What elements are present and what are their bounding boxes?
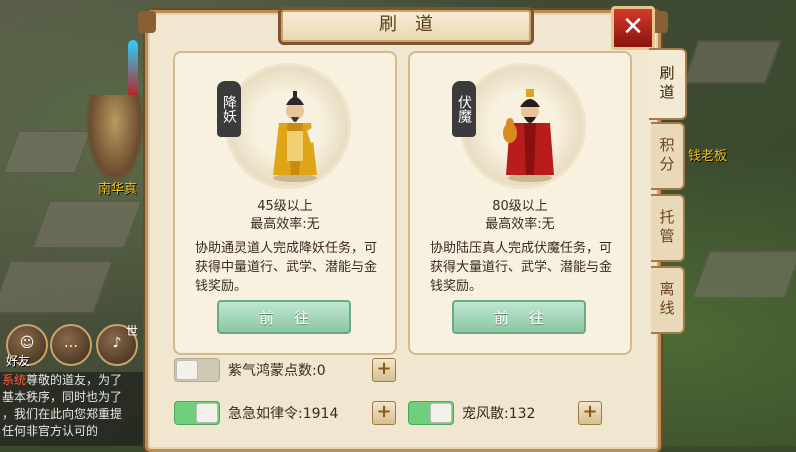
ziqi-toggle[interactable] <box>174 358 220 382</box>
npc-name-label[interactable]: 钱老板 <box>688 145 727 164</box>
task-seal: 伏魔 <box>452 81 476 137</box>
chat-line: 基本秩序，同时也为了 <box>0 389 150 406</box>
task-seal: 降妖 <box>217 81 241 137</box>
shuadao-panel: 刷道 降妖 45级以上 最高效率:无 协助通灵道人完成降妖任务，可获得中量道行、… <box>138 7 668 452</box>
chat-line: ，我们在此向您郑重提 <box>0 406 150 423</box>
chat-bubble-icon: … <box>64 335 78 351</box>
toggle-knob <box>176 360 198 380</box>
scroll-end-left <box>138 11 156 33</box>
tab-tuoguan[interactable]: 托管 <box>651 194 685 262</box>
fumo-card: 伏魔 80级以上 最高效率:无 协助陆压真人完成伏魔任务，可获得大量道行、武学、… <box>408 51 632 355</box>
voice-channel-label: 世 <box>126 324 139 338</box>
tab-shuadao[interactable]: 刷道 <box>649 48 687 120</box>
tab-lixian[interactable]: 离线 <box>651 266 685 334</box>
ziqi-add-button[interactable]: + <box>372 358 396 382</box>
chat-log[interactable]: 系统尊敬的道友，为了 基本秩序，同时也为了 ，我们在此向您郑重提 任何非官方认可… <box>0 372 150 446</box>
task-description: 协助通灵道人完成降妖任务，可获得中量道行、武学、潜能与金钱奖励。 <box>195 241 378 294</box>
level-requirement: 45级以上 <box>257 199 313 214</box>
tab-jifen[interactable]: 积分 <box>651 122 685 190</box>
npc-name-label[interactable]: 南华真 <box>98 178 137 197</box>
panel-title: 刷道 <box>379 14 451 35</box>
chat-line: 系统尊敬的道友，为了 <box>0 372 150 389</box>
jiji-add-button[interactable]: + <box>372 401 396 425</box>
go-button[interactable]: 前往 <box>452 300 586 334</box>
chongfeng-toggle[interactable] <box>408 401 454 425</box>
xiangyao-card: 降妖 45级以上 最高效率:无 协助通灵道人完成降妖任务，可获得中量道行、武学、… <box>173 51 397 355</box>
taoist-npc-portrait <box>273 91 321 182</box>
max-efficiency: 最高效率:无 <box>250 217 320 232</box>
lantern-decoration <box>128 40 138 100</box>
immortal-npc-portrait <box>503 89 554 182</box>
chat-text: 尊敬的道友，为了 <box>26 373 123 387</box>
panel-title-bar: 刷道 <box>278 7 534 45</box>
jiji-count-label: 急急如律令:1914 <box>228 406 339 422</box>
toggle-knob <box>430 403 452 423</box>
chongfeng-count-label: 宠风散:132 <box>462 406 536 422</box>
toggle-knob <box>196 403 218 423</box>
level-requirement: 80级以上 <box>492 199 548 214</box>
max-efficiency: 最高效率:无 <box>485 217 555 232</box>
ziqi-points-label: 紫气鸿蒙点数:0 <box>228 363 326 379</box>
chat-button[interactable]: … <box>50 324 92 366</box>
chongfeng-add-button[interactable]: + <box>578 401 602 425</box>
task-description: 协助陆压真人完成伏魔任务，可获得大量道行、武学、潜能与金钱奖励。 <box>430 241 613 294</box>
jiji-toggle[interactable] <box>174 401 220 425</box>
go-button[interactable]: 前往 <box>217 300 351 334</box>
npc-figure[interactable] <box>85 95 145 185</box>
chat-text: 基本秩序，同时也为了 <box>2 390 123 404</box>
chat-text: ，我们在此向您郑重提 <box>2 407 123 421</box>
friend-icon: ☺ <box>19 335 35 351</box>
chat-text: 任何非官方认可的 <box>2 424 99 438</box>
friend-label: 好友 <box>6 354 31 368</box>
chat-line: 任何非官方认可的 <box>0 423 150 440</box>
system-tag: 系统 <box>2 373 27 387</box>
close-button[interactable]: ✕ <box>611 6 655 50</box>
